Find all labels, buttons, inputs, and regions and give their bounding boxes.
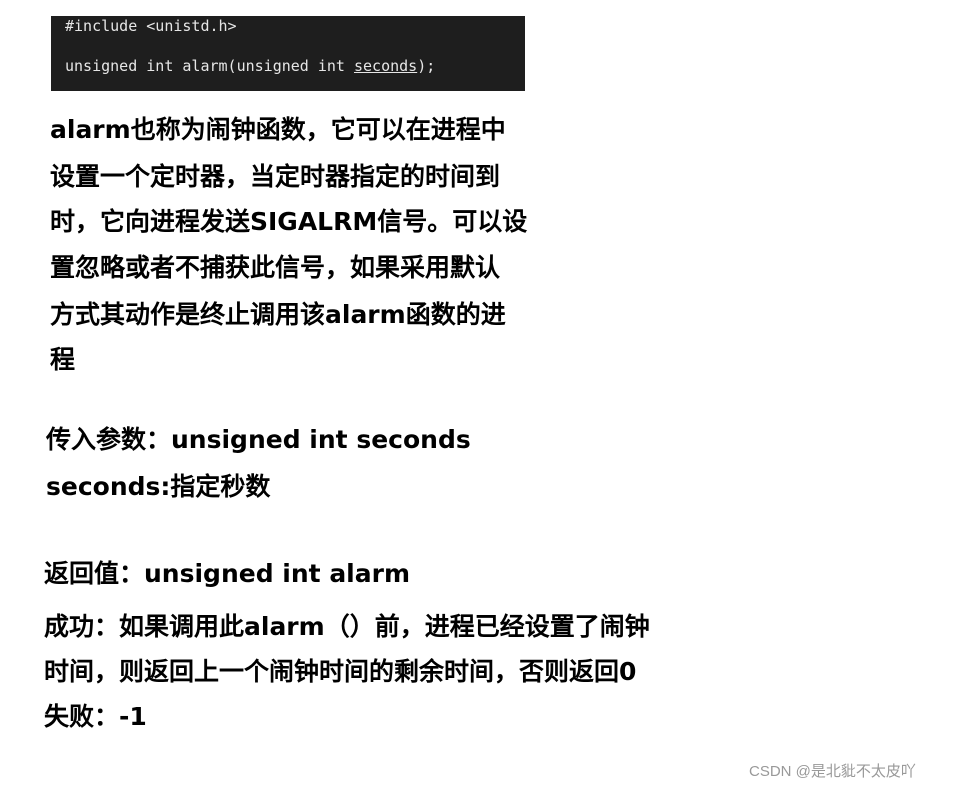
code-signature-line: unsigned int alarm(unsigned int seconds)…: [65, 57, 435, 75]
return-success-line: 时间，则返回上一个闹钟时间的剩余时间，否则返回0: [44, 657, 637, 686]
params-detail: seconds:指定秒数: [46, 472, 271, 501]
return-failure: 失败：-1: [44, 702, 147, 731]
return-heading: 返回值：unsigned int alarm: [44, 559, 411, 588]
params-heading: 传入参数：unsigned int seconds: [46, 425, 471, 454]
code-signature-param: seconds: [353, 57, 418, 75]
code-signature-prefix: unsigned int alarm(unsigned int: [65, 57, 354, 75]
description-line: 程: [50, 345, 76, 374]
code-block: #include <unistd.h> unsigned int alarm(u…: [51, 16, 525, 91]
return-success-line: 成功：如果调用此alarm（）前，进程已经设置了闹钟: [44, 612, 650, 641]
description-line: 时，它向进程发送SIGALRM信号。可以设: [50, 207, 528, 236]
code-signature-suffix: );: [417, 57, 436, 75]
description-line: alarm也称为闹钟函数，它可以在进程中: [50, 115, 506, 144]
description-line: 方式其动作是终止调用该alarm函数的进: [50, 300, 506, 329]
code-include-line: #include <unistd.h>: [65, 17, 237, 35]
watermark: CSDN @是北豼不太皮吖: [749, 763, 916, 780]
description-line: 设置一个定时器，当定时器指定的时间到: [50, 162, 501, 191]
description-line: 置忽略或者不捕获此信号，如果采用默认: [50, 253, 501, 282]
